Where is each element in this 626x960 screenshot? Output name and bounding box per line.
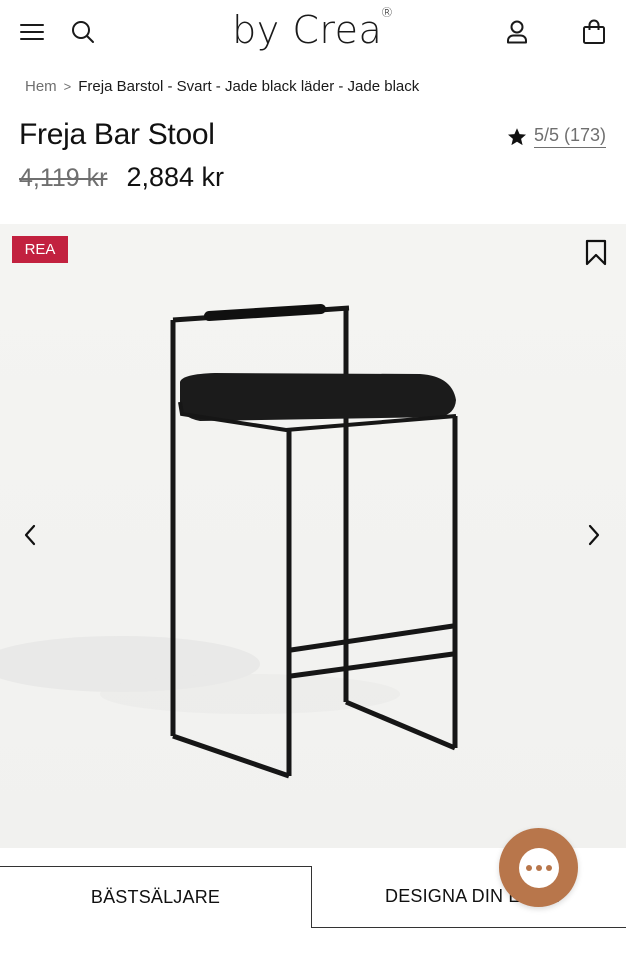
original-price: 4,119 kr xyxy=(19,164,108,192)
price-block: 4,119 kr 2,884 kr xyxy=(19,162,224,193)
site-header: by Crea® xyxy=(0,0,626,64)
registered-mark: ® xyxy=(380,6,394,21)
breadcrumb-home[interactable]: Hem xyxy=(25,78,57,95)
chat-button[interactable] xyxy=(499,828,578,907)
chat-icon xyxy=(518,847,559,888)
breadcrumb-separator: > xyxy=(63,79,72,94)
product-rating[interactable]: 5/5 (173) xyxy=(507,125,606,148)
chevron-right-icon[interactable] xyxy=(584,522,604,548)
logo-text: by Crea xyxy=(232,8,383,52)
product-image xyxy=(0,304,458,779)
tab-bestsellers[interactable]: BÄSTSÄLJARE xyxy=(0,866,312,928)
sale-price: 2,884 kr xyxy=(126,162,225,192)
breadcrumb-current: Freja Barstol - Svart - Jade black läder… xyxy=(78,78,420,95)
sale-badge: REA xyxy=(12,236,68,263)
breadcrumb: Hem > Freja Barstol - Svart - Jade black… xyxy=(25,78,419,95)
product-gallery[interactable]: REA xyxy=(0,224,626,848)
brand-logo[interactable]: by Crea® xyxy=(0,6,626,52)
star-icon xyxy=(507,127,526,145)
chevron-left-icon[interactable] xyxy=(20,522,40,548)
bookmark-icon[interactable] xyxy=(584,239,608,266)
account-icon[interactable] xyxy=(504,18,530,46)
product-title: Freja Bar Stool xyxy=(19,118,215,151)
shopping-bag-icon[interactable] xyxy=(580,17,608,47)
rating-link[interactable]: 5/5 (173) xyxy=(533,125,606,148)
tab-design-your-own[interactable]: DESIGNA DIN EGEN xyxy=(312,866,626,928)
